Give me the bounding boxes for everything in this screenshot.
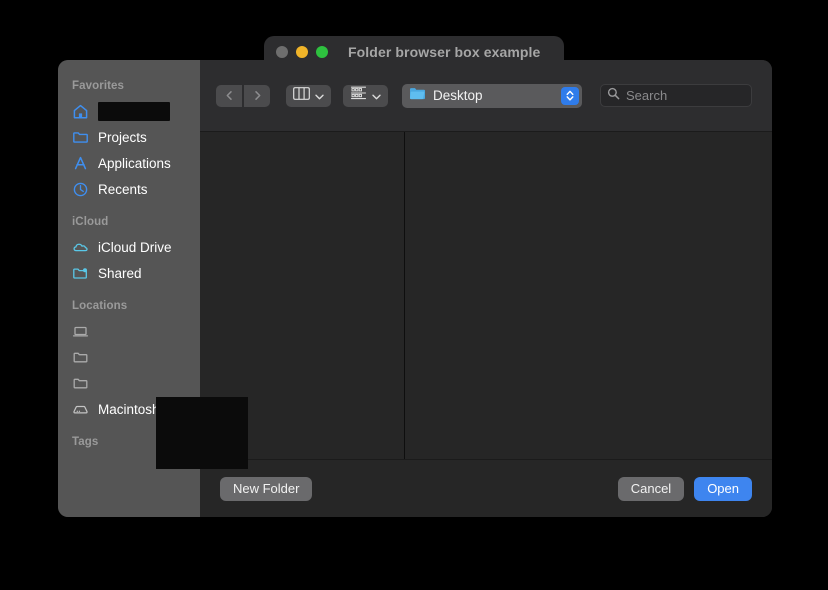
applications-icon	[72, 155, 89, 172]
view-mode-button[interactable]	[286, 85, 331, 107]
folder-browser-dialog: Favorites Projects Applications	[58, 60, 772, 517]
sidebar-item-home[interactable]	[58, 98, 200, 124]
sidebar-item-label: Shared	[98, 266, 142, 281]
dialog-footer: New Folder Cancel Open	[200, 460, 772, 517]
path-popup-label: Desktop	[433, 88, 561, 103]
sidebar-group-header-icloud: iCloud	[58, 216, 200, 234]
forward-button[interactable]	[244, 85, 270, 107]
sidebar-item-label: iCloud Drive	[98, 240, 172, 255]
folder-icon	[72, 375, 89, 392]
harddrive-icon	[72, 401, 89, 418]
folder-icon	[72, 349, 89, 366]
sidebar-item-recents[interactable]: Recents	[58, 176, 200, 202]
blue-folder-icon	[409, 86, 426, 106]
column-browser	[200, 132, 772, 460]
sidebar-item-location-3[interactable]	[58, 370, 200, 396]
search-field[interactable]: Search	[600, 84, 752, 107]
sidebar-group-header-favorites: Favorites	[58, 80, 200, 98]
path-popup-button[interactable]: Desktop	[402, 84, 582, 108]
toolbar: Desktop Search	[200, 60, 772, 132]
search-icon	[607, 87, 620, 105]
window-title: Folder browser box example	[348, 44, 540, 60]
chevron-left-icon	[224, 90, 235, 101]
open-button[interactable]: Open	[694, 477, 752, 501]
browser-column-2[interactable]	[405, 132, 772, 459]
laptop-icon	[72, 323, 89, 340]
traffic-light-group	[276, 46, 328, 58]
chevron-right-icon	[252, 90, 263, 101]
search-placeholder: Search	[626, 88, 667, 103]
sidebar-item-applications[interactable]: Applications	[58, 150, 200, 176]
shared-folder-icon	[72, 265, 89, 282]
browser-pane: Desktop Search New Fol	[200, 60, 772, 517]
sidebar-group-header-locations: Locations	[58, 300, 200, 318]
chevron-down-icon	[315, 87, 324, 105]
folder-icon	[72, 129, 89, 146]
chevron-down-icon	[372, 87, 381, 105]
sidebar-item-location-2[interactable]	[58, 344, 200, 370]
maximize-button[interactable]	[316, 46, 328, 58]
close-button[interactable]	[276, 46, 288, 58]
navigation-buttons	[216, 85, 270, 107]
sidebar-item-shared[interactable]: Shared	[58, 260, 200, 286]
column-view-icon	[293, 87, 310, 105]
up-down-stepper-icon[interactable]	[561, 87, 579, 105]
locations-labels-redaction	[156, 397, 248, 469]
new-folder-button[interactable]: New Folder	[220, 477, 312, 501]
group-by-button[interactable]	[343, 85, 388, 107]
home-icon	[72, 103, 89, 120]
sidebar-item-label: Applications	[98, 156, 171, 171]
sidebar-item-label: Recents	[98, 182, 148, 197]
back-button[interactable]	[216, 85, 242, 107]
clock-icon	[72, 181, 89, 198]
sidebar-item-projects[interactable]: Projects	[58, 124, 200, 150]
cancel-button[interactable]: Cancel	[618, 477, 684, 501]
sidebar-item-icloud-drive[interactable]: iCloud Drive	[58, 234, 200, 260]
cloud-icon	[72, 239, 89, 256]
sidebar: Favorites Projects Applications	[58, 60, 200, 517]
group-by-icon	[350, 86, 367, 105]
sidebar-item-computer[interactable]	[58, 318, 200, 344]
sidebar-item-label: Projects	[98, 130, 147, 145]
screen: Folder browser box example Favorites Pro…	[0, 0, 828, 590]
minimize-button[interactable]	[296, 46, 308, 58]
footer-actions: Cancel Open	[618, 477, 752, 501]
sidebar-item-label-redacted	[98, 102, 170, 121]
